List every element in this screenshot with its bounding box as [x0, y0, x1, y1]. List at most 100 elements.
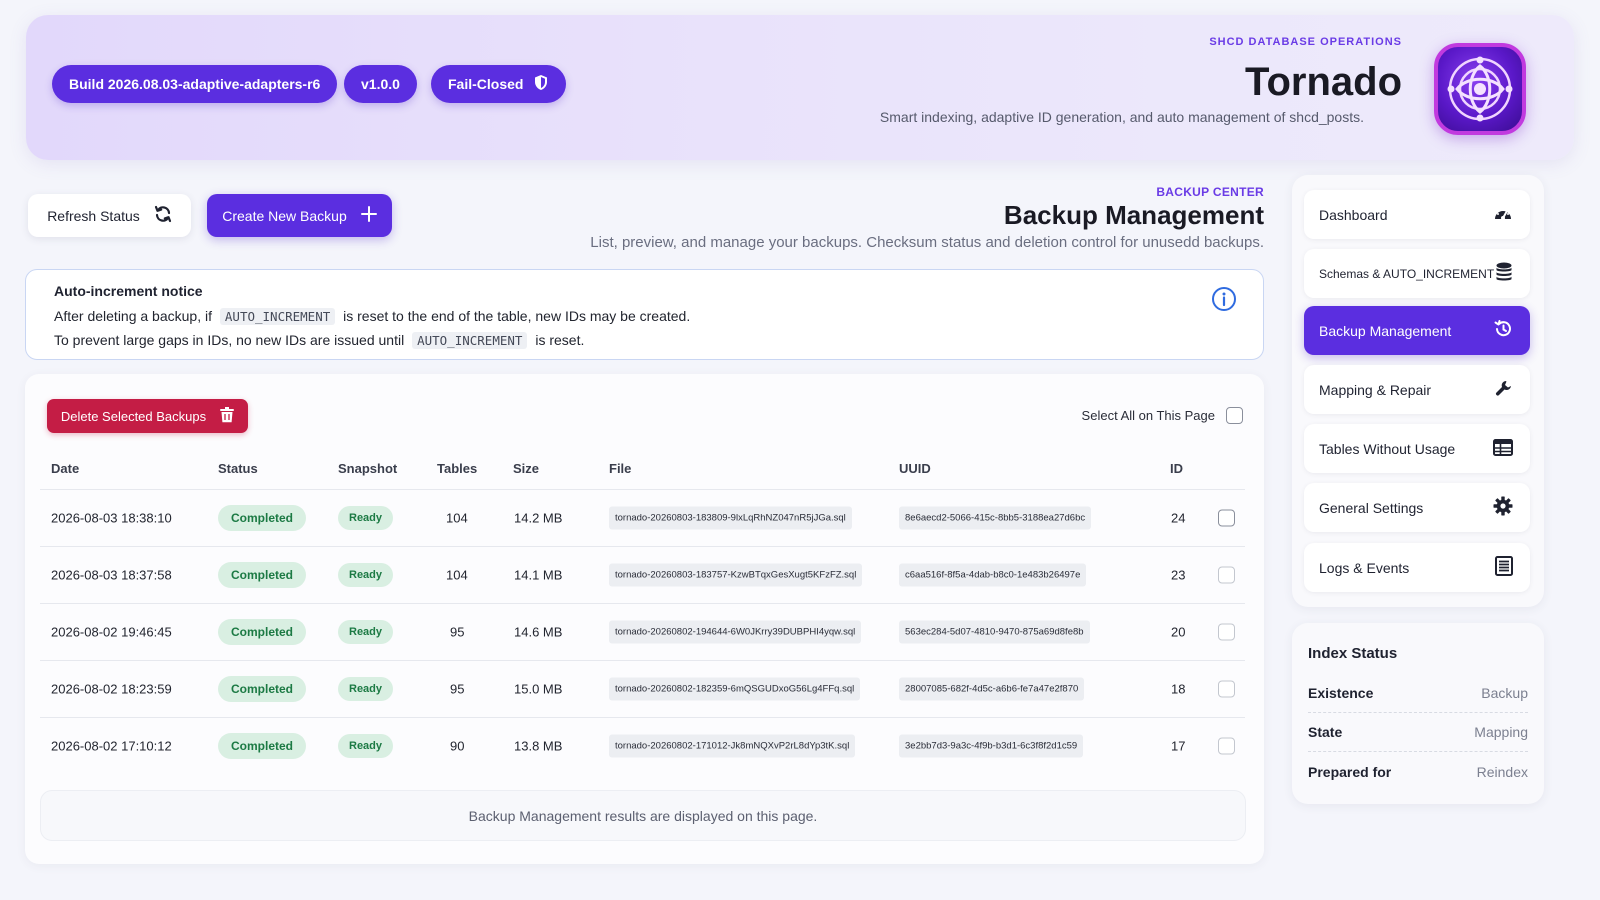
cell-file[interactable]: tornado-20260802-182359-6mQSGUDxoG56Lg4F…: [609, 677, 861, 701]
sidebar-item-backup-management[interactable]: Backup Management: [1304, 306, 1530, 355]
column-header-status: Status: [218, 461, 258, 476]
section-title: Backup Management: [1003, 200, 1264, 230]
index-status-row: Existence Backup: [1308, 673, 1528, 713]
table-row[interactable]: 2026-08-02 17:10:12 Completed Ready 90 1…: [40, 717, 1245, 774]
trash-icon: [220, 406, 235, 426]
cell-file[interactable]: tornado-20260803-183809-9lxLqRhNZ047nR5j…: [609, 506, 852, 530]
index-status-key: State: [1308, 723, 1343, 740]
gauge-icon: [1493, 205, 1513, 224]
build-badge: Build 2026.08.03-adaptive-adapters-r6: [52, 65, 338, 103]
app-subtitle: Smart indexing, adaptive ID generation, …: [879, 109, 1364, 125]
refresh-status-button[interactable]: Refresh Status: [28, 194, 191, 237]
column-header-uuid: UUID: [899, 461, 931, 476]
snapshot-badge: Ready: [338, 506, 394, 530]
section-eyebrow: BACKUP CENTER: [1156, 185, 1264, 199]
sidebar-item-logs-events[interactable]: Logs & Events: [1304, 543, 1530, 592]
snapshot-badge: Ready: [338, 677, 394, 701]
cell-id: 20: [1171, 624, 1186, 640]
sidebar-item-tables-without-usage[interactable]: Tables Without Usage: [1304, 424, 1530, 473]
index-status-key: Existence: [1308, 684, 1374, 701]
sidebar-item-label: General Settings: [1319, 499, 1424, 516]
cell-uuid[interactable]: 8e6aecd2-5066-415c-8bb5-3188ea27d6bc: [899, 506, 1092, 530]
notice-code: AUTO_INCREMENT: [412, 332, 528, 349]
notice-line-2: To prevent large gaps in IDs, no new IDs…: [54, 332, 584, 349]
info-icon[interactable]: [1211, 286, 1237, 317]
cell-date: 2026-08-02 18:23:59: [51, 681, 172, 697]
version-label: v1.0.0: [361, 76, 400, 92]
cell-tables: 104: [446, 567, 468, 583]
database-icon: [1495, 262, 1513, 285]
wrench-icon: [1495, 379, 1513, 400]
select-all-checkbox[interactable]: [1226, 407, 1243, 424]
index-status-title: Index Status: [1308, 645, 1398, 662]
cell-size: 15.0 MB: [514, 681, 563, 697]
cell-id: 17: [1171, 738, 1186, 754]
delete-selected-button[interactable]: Delete Selected Backups: [47, 399, 248, 433]
column-header-date: Date: [51, 461, 80, 476]
column-header-file: File: [609, 461, 632, 476]
cell-date: 2026-08-03 18:38:10: [51, 510, 172, 526]
sidebar-item-mapping-repair[interactable]: Mapping & Repair: [1304, 365, 1530, 414]
status-badge: Completed: [218, 505, 307, 531]
cell-tables: 104: [446, 510, 468, 526]
fail-closed-badge: Fail-Closed: [431, 65, 567, 103]
app-logo: [1434, 43, 1526, 135]
cell-uuid[interactable]: 563ec284-5d07-4810-9470-875a69d8fe8b: [899, 620, 1090, 644]
cell-date: 2026-08-02 17:10:12: [51, 738, 172, 754]
status-badge: Completed: [218, 676, 307, 702]
sidebar-nav: Dashboard Schemas & AUTO_INCREMENT Backu…: [1292, 175, 1544, 607]
backups-card: Delete Selected Backups Select All on Th…: [25, 374, 1264, 864]
row-checkbox[interactable]: [1218, 623, 1235, 641]
snapshot-badge: Ready: [338, 620, 394, 644]
notice-code: AUTO_INCREMENT: [219, 308, 336, 325]
cell-file[interactable]: tornado-20260803-183757-KzwBTqxGesXugt5K…: [609, 563, 863, 587]
table-row[interactable]: 2026-08-02 19:46:45 Completed Ready 95 1…: [40, 603, 1245, 660]
row-checkbox[interactable]: [1218, 509, 1235, 527]
refresh-icon: [154, 205, 172, 226]
sidebar-item-general-settings[interactable]: General Settings: [1304, 483, 1530, 532]
sidebar-item-label: Dashboard: [1319, 206, 1388, 223]
snapshot-badge: Ready: [338, 734, 394, 758]
snapshot-badge: Ready: [338, 563, 394, 587]
table-row[interactable]: 2026-08-03 18:37:58 Completed Ready 104 …: [40, 546, 1245, 603]
sidebar-item-label: Logs & Events: [1319, 559, 1410, 576]
table-row[interactable]: 2026-08-03 18:38:10 Completed Ready 104 …: [40, 489, 1245, 546]
cell-size: 14.1 MB: [514, 567, 563, 583]
notice-text: To prevent large gaps in IDs, no new IDs…: [54, 332, 405, 348]
history-icon: [1493, 319, 1513, 342]
table-row[interactable]: 2026-08-02 18:23:59 Completed Ready 95 1…: [40, 660, 1245, 717]
sidebar-item-label: Tables Without Usage: [1319, 440, 1456, 457]
cell-uuid[interactable]: 28007085-682f-4d5c-a6b6-fe7a47e2f870: [899, 677, 1085, 701]
index-status-value: Backup: [1481, 684, 1528, 701]
notice-title: Auto-increment notice: [54, 283, 203, 299]
column-header-size: Size: [513, 461, 540, 476]
cell-file[interactable]: tornado-20260802-171012-Jk8mNQXvP2rL8dYp…: [609, 734, 856, 758]
row-checkbox[interactable]: [1218, 566, 1235, 584]
column-header-snapshot: Snapshot: [338, 461, 398, 476]
gear-icon: [1493, 496, 1513, 519]
row-checkbox[interactable]: [1218, 737, 1235, 755]
notice-text: After deleting a backup, if: [54, 308, 212, 324]
select-all-control[interactable]: Select All on This Page: [1082, 407, 1243, 424]
sidebar-item-label: Mapping & Repair: [1319, 381, 1432, 398]
notice-text: is reset to the end of the table, new ID…: [343, 308, 691, 324]
auto-increment-notice: Auto-increment notice After deleting a b…: [25, 269, 1264, 360]
cell-id: 23: [1171, 567, 1186, 583]
table-icon: [1493, 438, 1513, 459]
cell-id: 24: [1171, 510, 1186, 526]
status-badge: Completed: [218, 562, 307, 588]
cell-date: 2026-08-02 19:46:45: [51, 624, 172, 640]
sidebar-item-schemas[interactable]: Schemas & AUTO_INCREMENT: [1304, 249, 1530, 298]
sidebar-item-dashboard[interactable]: Dashboard: [1304, 190, 1530, 239]
column-header-id: ID: [1170, 461, 1183, 476]
status-badge: Completed: [218, 619, 307, 645]
create-backup-button[interactable]: Create New Backup: [207, 194, 392, 237]
notice-line-1: After deleting a backup, if AUTO_INCREME…: [54, 308, 690, 325]
cell-size: 14.2 MB: [514, 510, 563, 526]
row-checkbox[interactable]: [1218, 680, 1235, 698]
cell-size: 14.6 MB: [514, 624, 563, 640]
cell-uuid[interactable]: 3e2bb7d3-9a3c-4f9b-b3d1-6c3f8f2d1c59: [899, 734, 1084, 758]
cell-uuid[interactable]: c6aa516f-8f5a-4dab-b8c0-1e483b26497e: [899, 563, 1087, 587]
app-header: Build 2026.08.03-adaptive-adapters-r6 v1…: [26, 15, 1574, 160]
cell-file[interactable]: tornado-20260802-194644-6W0JKrry39DUBPHI…: [609, 620, 862, 644]
